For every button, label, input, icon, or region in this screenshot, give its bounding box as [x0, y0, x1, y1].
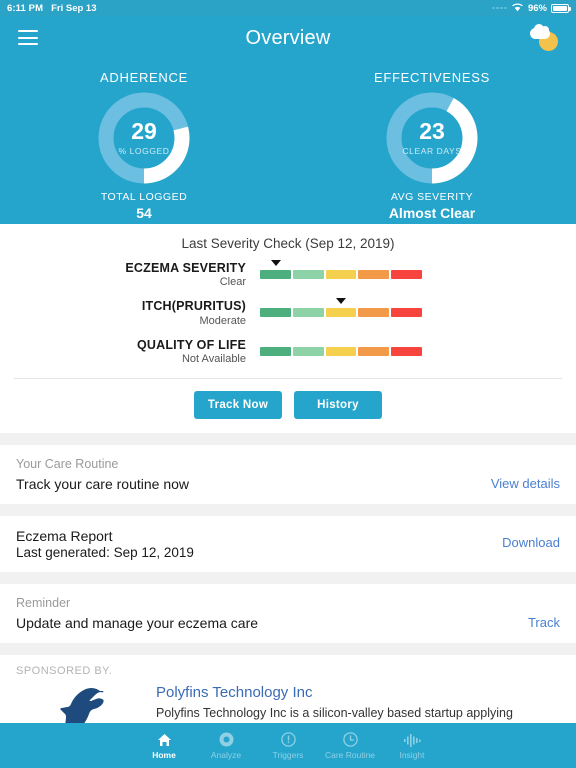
- care-routine-caption: Your Care Routine: [16, 457, 119, 472]
- severity-row: ITCH(PRURITUS) Moderate: [0, 298, 576, 337]
- sun-cloud-weather-icon[interactable]: [530, 24, 558, 51]
- severity-segment: [325, 270, 357, 279]
- eczema-report-title: Eczema Report: [16, 527, 113, 544]
- exclamation-circle-icon: [280, 731, 296, 748]
- severity-segment: [292, 308, 324, 318]
- reminder-section[interactable]: Reminder Update and manage your eczema c…: [0, 583, 576, 643]
- care-routine-title: Track your care routine now: [16, 475, 189, 492]
- section-spacer: [0, 503, 576, 516]
- tab-home-label: Home: [152, 750, 176, 760]
- adherence-footer-value: 54: [136, 205, 152, 221]
- tab-insight-label: Insight: [399, 750, 425, 760]
- effectiveness-caption: EFFECTIVENESS: [373, 70, 490, 85]
- track-now-button[interactable]: Track Now: [194, 391, 282, 420]
- hamburger-menu-icon[interactable]: [18, 30, 38, 45]
- tab-analyze[interactable]: Analyze: [195, 731, 257, 760]
- home-icon: [157, 731, 172, 748]
- adherence-caption: ADHERENCE: [100, 70, 188, 85]
- severity-scale-bar: [260, 260, 422, 279]
- app-root: 6:11 PM Fri Sep 13 96% Overview ADHERENC…: [0, 0, 576, 768]
- severity-segment: [260, 308, 291, 318]
- tab-insight[interactable]: Insight: [381, 731, 443, 760]
- effectiveness-footer-value: Almost Clear: [388, 205, 476, 221]
- severity-segment: [260, 270, 291, 279]
- section-spacer: [0, 433, 576, 446]
- page-title: Overview: [245, 26, 331, 49]
- adherence-footer-label: TOTAL LOGGED: [100, 191, 188, 203]
- tab-triggers[interactable]: Triggers: [257, 731, 319, 760]
- severity-row: QUALITY OF LIFE Not Available: [0, 338, 576, 376]
- adherence-metric: ADHERENCE 29 % LOGGED TOTAL LOGGED 54: [0, 60, 288, 224]
- severity-row-value: Clear: [219, 276, 246, 289]
- severity-segment: [325, 308, 357, 318]
- severity-marker: [271, 260, 282, 266]
- effectiveness-metric: EFFECTIVENESS 23 CLEAR DAYS AVG SEVERITY…: [288, 60, 576, 224]
- history-button[interactable]: History: [294, 391, 382, 420]
- tab-care-routine[interactable]: Care Routine: [319, 731, 381, 760]
- download-link[interactable]: Download: [502, 535, 560, 550]
- adherence-ring: 29 % LOGGED: [97, 91, 191, 185]
- status-date: Fri Sep 13: [51, 2, 97, 14]
- effectiveness-ring: 23 CLEAR DAYS: [385, 91, 479, 185]
- view-details-link[interactable]: View details: [491, 476, 560, 492]
- severity-row-labels: QUALITY OF LIFE Not Available: [0, 338, 260, 365]
- severity-scale-bar: [260, 298, 422, 318]
- severity-segment: [260, 346, 291, 356]
- effectiveness-value: 23: [419, 118, 445, 144]
- severity-heading: Last Severity Check (Sep 12, 2019): [181, 236, 395, 251]
- severity-segment: [358, 308, 390, 318]
- tab-care-routine-label: Care Routine: [324, 750, 376, 760]
- wifi-icon: [511, 2, 524, 15]
- severity-segment: [292, 346, 324, 356]
- severity-row-value: Moderate: [199, 314, 246, 327]
- severity-row: ECZEMA SEVERITY Clear: [0, 260, 576, 299]
- severity-segment: [391, 270, 422, 279]
- severity-segment: [358, 346, 390, 356]
- effectiveness-value-label: CLEAR DAYS: [402, 146, 462, 156]
- severity-scale-bar: [260, 338, 422, 356]
- battery-percent: 96%: [527, 2, 547, 14]
- tab-triggers-label: Triggers: [272, 750, 304, 760]
- status-bar: 6:11 PM Fri Sep 13 96%: [0, 0, 576, 16]
- severity-row-labels: ECZEMA SEVERITY Clear: [0, 261, 260, 288]
- severity-segment: [325, 346, 357, 356]
- battery-icon: [551, 3, 571, 13]
- severity-segment: [292, 270, 324, 279]
- severity-card: Last Severity Check (Sep 12, 2019) ECZEM…: [0, 224, 576, 434]
- severity-segment: [358, 270, 390, 279]
- section-spacer: [0, 571, 576, 584]
- effectiveness-footer-label: AVG SEVERITY: [390, 191, 474, 203]
- severity-rows: ECZEMA SEVERITY Clear ITCH(PRURITUS) Modera…: [0, 260, 576, 376]
- hero-metrics: ADHERENCE 29 % LOGGED TOTAL LOGGED 54 EF…: [0, 60, 576, 224]
- track-link[interactable]: Track: [528, 615, 560, 631]
- tab-home[interactable]: Home: [133, 731, 195, 760]
- adherence-value: 29: [131, 118, 157, 144]
- status-time: 6:11 PM: [7, 2, 44, 14]
- severity-segment: [391, 346, 422, 356]
- adherence-value-label: % LOGGED: [118, 146, 170, 156]
- sponsor-name-link[interactable]: Polyfins Technology Inc: [156, 683, 550, 703]
- severity-marker: [336, 298, 346, 305]
- severity-row-labels: ITCH(PRURITUS) Moderate: [0, 299, 260, 326]
- reminder-caption: Reminder: [16, 595, 71, 610]
- bottom-tab-bar: Home Analyze Triggers Care Routine Insig…: [0, 723, 576, 768]
- camera-circle-icon: [219, 731, 234, 748]
- eczema-report-section[interactable]: Eczema Report Last generated: Sep 12, 20…: [0, 515, 576, 572]
- section-spacer: [0, 642, 576, 655]
- severity-segment: [391, 308, 422, 318]
- waveform-icon: [403, 731, 421, 748]
- signal-dots-icon: [492, 6, 507, 10]
- clock-history-icon: [342, 731, 358, 748]
- severity-row-name: ITCH(PRURITUS): [141, 299, 246, 314]
- severity-row-name: ECZEMA SEVERITY: [125, 261, 246, 275]
- app-header: Overview: [0, 16, 576, 60]
- care-routine-section[interactable]: Your Care Routine Track your care routin…: [0, 445, 576, 504]
- reminder-title: Update and manage your eczema care: [16, 614, 259, 631]
- tab-analyze-label: Analyze: [210, 750, 242, 760]
- eczema-report-subtitle: Last generated: Sep 12, 2019: [16, 544, 194, 560]
- severity-row-name: QUALITY OF LIFE: [136, 337, 246, 352]
- sponsored-by-label: SPONSORED BY.: [16, 664, 113, 677]
- severity-row-value: Not Available: [181, 353, 246, 366]
